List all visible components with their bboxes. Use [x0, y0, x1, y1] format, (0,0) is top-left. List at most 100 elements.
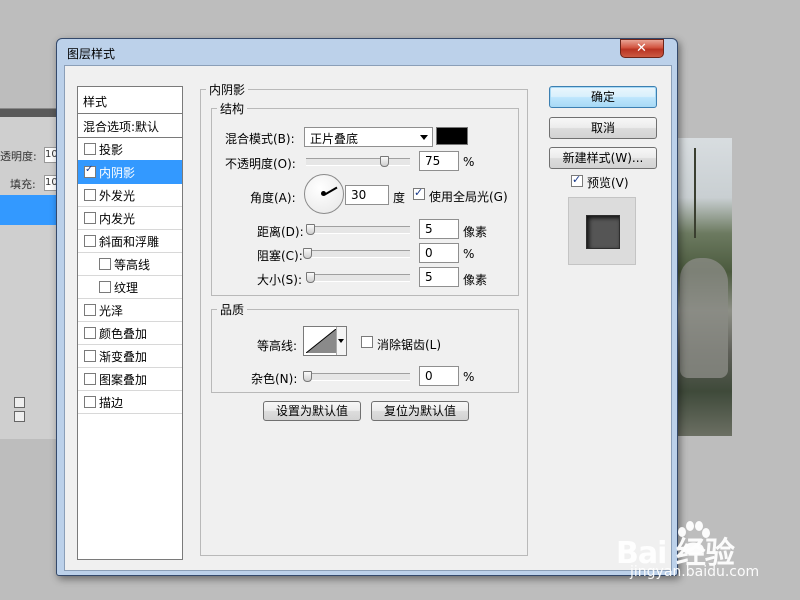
bg-panel-icon[interactable] [14, 397, 25, 408]
bg-panel-icon[interactable] [14, 411, 25, 422]
baidu-watermark: Bai 经验 jingyan.baidu.com [612, 514, 782, 584]
style-item-label: 等高线 [114, 258, 151, 272]
style-item-label: 图案叠加 [99, 373, 148, 387]
opacity-slider[interactable] [306, 158, 410, 166]
global-light-checkbox[interactable] [413, 186, 425, 200]
noise-unit: % [463, 370, 475, 384]
style-item[interactable]: 纹理 [78, 275, 182, 299]
antialias-checkbox[interactable] [361, 336, 373, 348]
preview-checkbox[interactable] [571, 173, 583, 187]
bg-opacity-label: 透明度: [0, 150, 37, 163]
style-preview [568, 197, 636, 265]
size-slider[interactable] [306, 274, 410, 282]
structure-title: 结构 [217, 100, 248, 117]
bg-selected-layer[interactable] [0, 195, 62, 225]
reset-default-button[interactable]: 复位为默认值 [371, 401, 469, 421]
bg-panel-icons [14, 397, 62, 422]
distance-slider[interactable] [306, 226, 410, 234]
style-item-checkbox[interactable] [84, 212, 96, 224]
close-button[interactable]: ✕ [620, 39, 664, 58]
style-item-checkbox[interactable] [84, 304, 96, 316]
size-slider-thumb[interactable] [306, 272, 315, 283]
size-input[interactable]: 5 [419, 267, 459, 287]
noise-slider-thumb[interactable] [303, 371, 312, 382]
photo-rock [680, 258, 728, 378]
noise-slider[interactable] [306, 373, 410, 381]
choke-unit: % [463, 247, 475, 261]
style-item[interactable]: 描边 [78, 390, 182, 414]
preview-label: 预览(V) [587, 176, 629, 190]
styles-header-label: 样式 [83, 95, 108, 109]
photo-tree [694, 148, 696, 238]
style-item[interactable]: 斜面和浮雕 [78, 229, 182, 253]
new-style-button[interactable]: 新建样式(W)... [549, 147, 657, 169]
style-item-label: 颜色叠加 [99, 327, 148, 341]
contour-label: 等高线: [257, 339, 298, 353]
style-item[interactable]: 投影 [78, 137, 182, 161]
panel-header-bar [0, 109, 62, 117]
dialog-titlebar[interactable]: 图层样式 ✕ [57, 39, 677, 65]
style-item-checkbox[interactable] [84, 235, 96, 247]
close-icon: ✕ [636, 41, 647, 56]
bg-fill-label: 填充: [10, 178, 36, 191]
chevron-down-icon [420, 135, 428, 140]
style-item-checkbox[interactable] [99, 281, 111, 293]
blend-mode-select[interactable]: 正片叠底 [304, 127, 433, 147]
style-item-label: 外发光 [99, 189, 136, 203]
noise-input[interactable]: 0 [419, 366, 459, 386]
opacity-slider-thumb[interactable] [380, 156, 389, 167]
size-label: 大小(S): [257, 273, 303, 287]
angle-input[interactable]: 30 [345, 185, 389, 205]
blend-options-label: 混合选项:默认 [83, 120, 160, 134]
style-item[interactable]: 等高线 [78, 252, 182, 276]
distance-slider-thumb[interactable] [306, 224, 315, 235]
style-item[interactable]: 渐变叠加 [78, 344, 182, 368]
global-light-label: 使用全局光(G) [429, 190, 508, 204]
contour-picker[interactable] [303, 326, 347, 356]
style-item-label: 描边 [99, 396, 124, 410]
style-item[interactable]: 内发光 [78, 206, 182, 230]
watermark-url: jingyan.baidu.com [630, 564, 760, 580]
preview-swatch [586, 215, 620, 249]
set-default-button[interactable]: 设置为默认值 [263, 401, 361, 421]
choke-slider[interactable] [306, 250, 410, 258]
distance-unit: 像素 [463, 225, 488, 239]
ok-button[interactable]: 确定 [549, 86, 657, 108]
distance-input[interactable]: 5 [419, 219, 459, 239]
style-item-checkbox[interactable] [84, 143, 96, 155]
style-item-checkbox[interactable] [84, 350, 96, 362]
blend-options-item[interactable]: 混合选项:默认 [78, 113, 182, 138]
style-item-checkbox[interactable] [99, 258, 111, 270]
angle-dial[interactable] [304, 174, 344, 214]
shadow-color-swatch[interactable] [436, 127, 468, 145]
style-item-label: 斜面和浮雕 [99, 235, 160, 249]
blend-mode-label: 混合模式(B): [225, 132, 295, 146]
bg-fill-row: 填充: 10 [0, 173, 64, 193]
style-item-checkbox[interactable] [84, 396, 96, 408]
style-item-checkbox[interactable] [84, 189, 96, 201]
styles-list: 样式 混合选项:默认 投影内阴影外发光内发光斜面和浮雕等高线纹理光泽颜色叠加渐变… [77, 86, 183, 560]
choke-input[interactable]: 0 [419, 243, 459, 263]
style-item-checkbox[interactable] [84, 164, 96, 178]
style-item-label: 内发光 [99, 212, 136, 226]
choke-slider-thumb[interactable] [303, 248, 312, 259]
distance-label: 距离(D): [257, 225, 304, 239]
style-item[interactable]: 图案叠加 [78, 367, 182, 391]
style-item[interactable]: 光泽 [78, 298, 182, 322]
style-item-checkbox[interactable] [84, 327, 96, 339]
background-photo [676, 138, 732, 436]
style-item-checkbox[interactable] [84, 373, 96, 385]
style-item[interactable]: 外发光 [78, 183, 182, 207]
quality-title: 品质 [217, 301, 248, 318]
style-item[interactable]: 颜色叠加 [78, 321, 182, 345]
opacity-input[interactable]: 75 [419, 151, 459, 171]
blend-mode-value: 正片叠底 [310, 132, 359, 146]
cancel-button[interactable]: 取消 [549, 117, 657, 139]
antialias-label: 消除锯齿(L) [377, 338, 442, 352]
inner-shadow-title: 内阴影 [206, 81, 249, 98]
style-item[interactable]: 内阴影 [78, 160, 182, 184]
angle-label: 角度(A): [250, 191, 296, 205]
styles-list-header[interactable]: 样式 [78, 87, 182, 114]
contour-dropdown-arrow[interactable] [336, 327, 346, 355]
bg-opacity-row: 透明度: 10 [0, 145, 64, 165]
